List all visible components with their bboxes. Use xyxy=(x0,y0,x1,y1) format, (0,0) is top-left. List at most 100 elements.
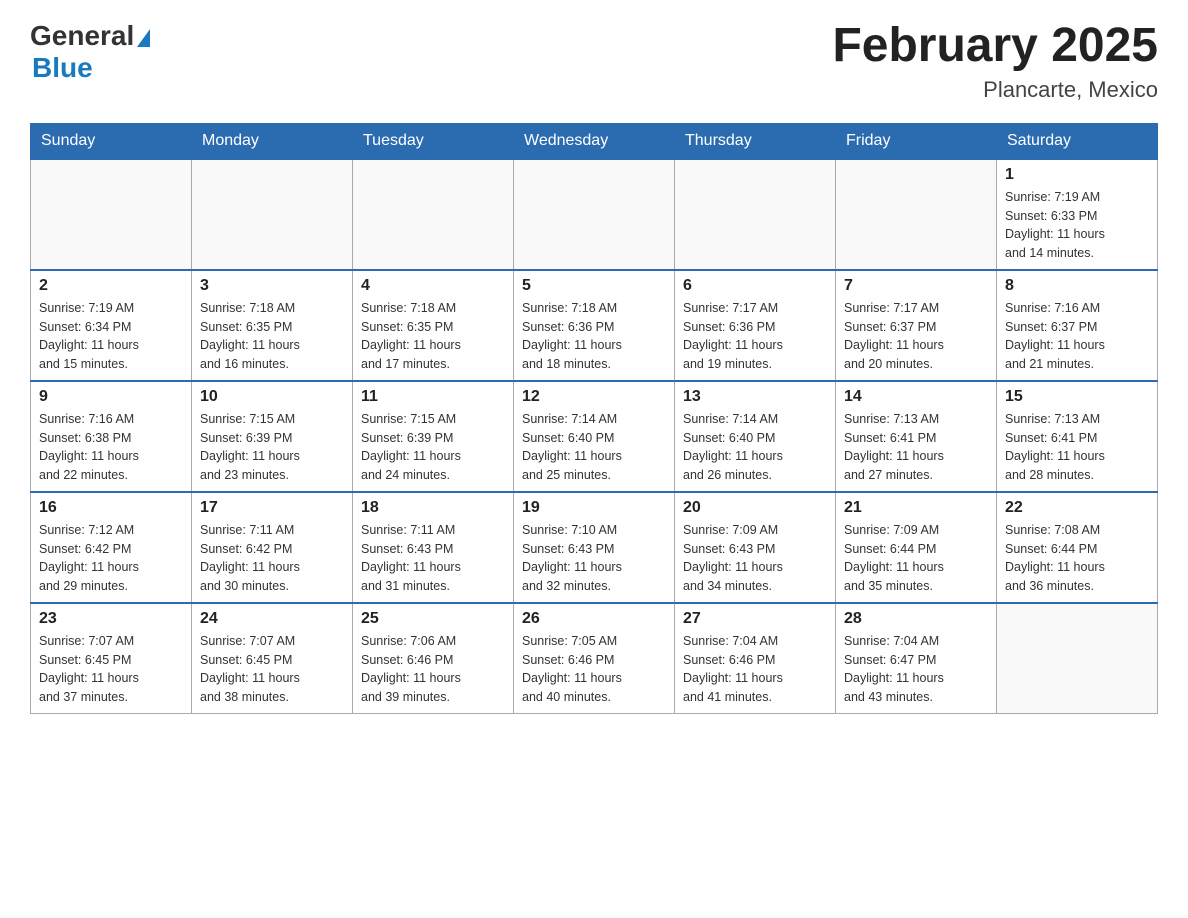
day-number: 25 xyxy=(361,610,505,628)
calendar-cell: 11 Sunrise: 7:15 AM Sunset: 6:39 PM Dayli… xyxy=(353,381,514,492)
day-number: 13 xyxy=(683,388,827,406)
calendar-cell: 14Sunrise: 7:13 AM Sunset: 6:41 PM Dayli… xyxy=(836,381,997,492)
day-number: 27 xyxy=(683,610,827,628)
page-header: General Blue February 2025 Plancarte, Me… xyxy=(30,20,1158,103)
day-number: 24 xyxy=(200,610,344,628)
day-info: Sunrise: 7:09 AM Sunset: 6:44 PM Dayligh… xyxy=(844,521,988,596)
day-info: Sunrise: 7:12 AM Sunset: 6:42 PM Dayligh… xyxy=(39,521,183,596)
day-number: 22 xyxy=(1005,499,1149,517)
calendar-cell: 12 Sunrise: 7:14 AM Sunset: 6:40 PM Dayli… xyxy=(514,381,675,492)
day-number: 17 xyxy=(200,499,344,517)
day-info: Sunrise: 7:16 AM Sunset: 6:38 PM Dayligh… xyxy=(39,410,183,485)
day-info: Sunrise: 7:07 AM Sunset: 6:45 PM Dayligh… xyxy=(39,632,183,707)
calendar-cell: 6 Sunrise: 7:17 AM Sunset: 6:36 PM Daylig… xyxy=(675,270,836,381)
calendar-cell: 28 Sunrise: 7:04 AM Sunset: 6:47 PM Dayli… xyxy=(836,603,997,714)
week-row-3: 16 Sunrise: 7:12 AM Sunset: 6:42 PM Dayli… xyxy=(31,492,1158,603)
header-wednesday: Wednesday xyxy=(514,123,675,159)
calendar-cell: 5Sunrise: 7:18 AM Sunset: 6:36 PM Daylig… xyxy=(514,270,675,381)
day-info: Sunrise: 7:18 AM Sunset: 6:35 PM Dayligh… xyxy=(361,299,505,374)
week-row-0: 1 Sunrise: 7:19 AM Sunset: 6:33 PM Daylig… xyxy=(31,159,1158,270)
day-number: 7 xyxy=(844,277,988,295)
calendar-cell: 13 Sunrise: 7:14 AM Sunset: 6:40 PM Dayli… xyxy=(675,381,836,492)
header-tuesday: Tuesday xyxy=(353,123,514,159)
day-info: Sunrise: 7:16 AM Sunset: 6:37 PM Dayligh… xyxy=(1005,299,1149,374)
day-number: 11 xyxy=(361,388,505,406)
logo: General Blue xyxy=(30,20,150,84)
day-number: 19 xyxy=(522,499,666,517)
calendar-cell: 19 Sunrise: 7:10 AM Sunset: 6:43 PM Dayli… xyxy=(514,492,675,603)
calendar-cell xyxy=(31,159,192,270)
day-number: 20 xyxy=(683,499,827,517)
header-sunday: Sunday xyxy=(31,123,192,159)
calendar-cell xyxy=(353,159,514,270)
day-info: Sunrise: 7:04 AM Sunset: 6:46 PM Dayligh… xyxy=(683,632,827,707)
day-number: 14 xyxy=(844,388,988,406)
day-number: 18 xyxy=(361,499,505,517)
calendar-cell: 22 Sunrise: 7:08 AM Sunset: 6:44 PM Dayli… xyxy=(997,492,1158,603)
calendar-cell: 17 Sunrise: 7:11 AM Sunset: 6:42 PM Dayli… xyxy=(192,492,353,603)
calendar-cell: 15 Sunrise: 7:13 AM Sunset: 6:41 PM Dayli… xyxy=(997,381,1158,492)
calendar-cell xyxy=(997,603,1158,714)
calendar-cell: 4 Sunrise: 7:18 AM Sunset: 6:35 PM Daylig… xyxy=(353,270,514,381)
week-row-2: 9 Sunrise: 7:16 AM Sunset: 6:38 PM Daylig… xyxy=(31,381,1158,492)
day-number: 9 xyxy=(39,388,183,406)
day-info: Sunrise: 7:09 AM Sunset: 6:43 PM Dayligh… xyxy=(683,521,827,596)
calendar-cell: 26 Sunrise: 7:05 AM Sunset: 6:46 PM Dayli… xyxy=(514,603,675,714)
day-info: Sunrise: 7:14 AM Sunset: 6:40 PM Dayligh… xyxy=(683,410,827,485)
day-number: 16 xyxy=(39,499,183,517)
title-block: February 2025 Plancarte, Mexico xyxy=(832,20,1158,103)
calendar-cell: 1 Sunrise: 7:19 AM Sunset: 6:33 PM Daylig… xyxy=(997,159,1158,270)
day-info: Sunrise: 7:11 AM Sunset: 6:42 PM Dayligh… xyxy=(200,521,344,596)
day-info: Sunrise: 7:04 AM Sunset: 6:47 PM Dayligh… xyxy=(844,632,988,707)
calendar-cell: 27 Sunrise: 7:04 AM Sunset: 6:46 PM Dayli… xyxy=(675,603,836,714)
day-info: Sunrise: 7:05 AM Sunset: 6:46 PM Dayligh… xyxy=(522,632,666,707)
calendar-cell: 9 Sunrise: 7:16 AM Sunset: 6:38 PM Daylig… xyxy=(31,381,192,492)
day-number: 21 xyxy=(844,499,988,517)
day-number: 3 xyxy=(200,277,344,295)
day-number: 10 xyxy=(200,388,344,406)
day-info: Sunrise: 7:06 AM Sunset: 6:46 PM Dayligh… xyxy=(361,632,505,707)
header-friday: Friday xyxy=(836,123,997,159)
day-info: Sunrise: 7:19 AM Sunset: 6:34 PM Dayligh… xyxy=(39,299,183,374)
calendar-cell: 25 Sunrise: 7:06 AM Sunset: 6:46 PM Dayli… xyxy=(353,603,514,714)
day-info: Sunrise: 7:15 AM Sunset: 6:39 PM Dayligh… xyxy=(361,410,505,485)
day-info: Sunrise: 7:17 AM Sunset: 6:36 PM Dayligh… xyxy=(683,299,827,374)
day-number: 1 xyxy=(1005,166,1149,184)
calendar-title: February 2025 xyxy=(832,20,1158,73)
calendar-cell xyxy=(675,159,836,270)
day-info: Sunrise: 7:11 AM Sunset: 6:43 PM Dayligh… xyxy=(361,521,505,596)
day-number: 28 xyxy=(844,610,988,628)
header-monday: Monday xyxy=(192,123,353,159)
week-row-4: 23 Sunrise: 7:07 AM Sunset: 6:45 PM Dayli… xyxy=(31,603,1158,714)
calendar-cell xyxy=(514,159,675,270)
calendar-cell: 7 Sunrise: 7:17 AM Sunset: 6:37 PM Daylig… xyxy=(836,270,997,381)
day-info: Sunrise: 7:17 AM Sunset: 6:37 PM Dayligh… xyxy=(844,299,988,374)
logo-arrow-icon xyxy=(137,29,150,47)
day-number: 4 xyxy=(361,277,505,295)
day-info: Sunrise: 7:18 AM Sunset: 6:35 PM Dayligh… xyxy=(200,299,344,374)
day-number: 23 xyxy=(39,610,183,628)
day-number: 26 xyxy=(522,610,666,628)
week-row-1: 2 Sunrise: 7:19 AM Sunset: 6:34 PM Daylig… xyxy=(31,270,1158,381)
day-info: Sunrise: 7:08 AM Sunset: 6:44 PM Dayligh… xyxy=(1005,521,1149,596)
calendar-cell: 10 Sunrise: 7:15 AM Sunset: 6:39 PM Dayli… xyxy=(192,381,353,492)
header-saturday: Saturday xyxy=(997,123,1158,159)
day-info: Sunrise: 7:13 AM Sunset: 6:41 PM Dayligh… xyxy=(1005,410,1149,485)
calendar-cell: 24Sunrise: 7:07 AM Sunset: 6:45 PM Dayli… xyxy=(192,603,353,714)
calendar-cell xyxy=(836,159,997,270)
day-number: 6 xyxy=(683,277,827,295)
calendar-cell: 18 Sunrise: 7:11 AM Sunset: 6:43 PM Dayli… xyxy=(353,492,514,603)
day-info: Sunrise: 7:19 AM Sunset: 6:33 PM Dayligh… xyxy=(1005,188,1149,263)
day-info: Sunrise: 7:18 AM Sunset: 6:36 PM Dayligh… xyxy=(522,299,666,374)
day-number: 12 xyxy=(522,388,666,406)
day-info: Sunrise: 7:10 AM Sunset: 6:43 PM Dayligh… xyxy=(522,521,666,596)
calendar-cell: 16 Sunrise: 7:12 AM Sunset: 6:42 PM Dayli… xyxy=(31,492,192,603)
calendar-cell: 3 Sunrise: 7:18 AM Sunset: 6:35 PM Daylig… xyxy=(192,270,353,381)
day-number: 8 xyxy=(1005,277,1149,295)
calendar-cell: 21 Sunrise: 7:09 AM Sunset: 6:44 PM Dayli… xyxy=(836,492,997,603)
day-number: 2 xyxy=(39,277,183,295)
day-info: Sunrise: 7:14 AM Sunset: 6:40 PM Dayligh… xyxy=(522,410,666,485)
calendar-cell xyxy=(192,159,353,270)
day-info: Sunrise: 7:15 AM Sunset: 6:39 PM Dayligh… xyxy=(200,410,344,485)
day-number: 15 xyxy=(1005,388,1149,406)
